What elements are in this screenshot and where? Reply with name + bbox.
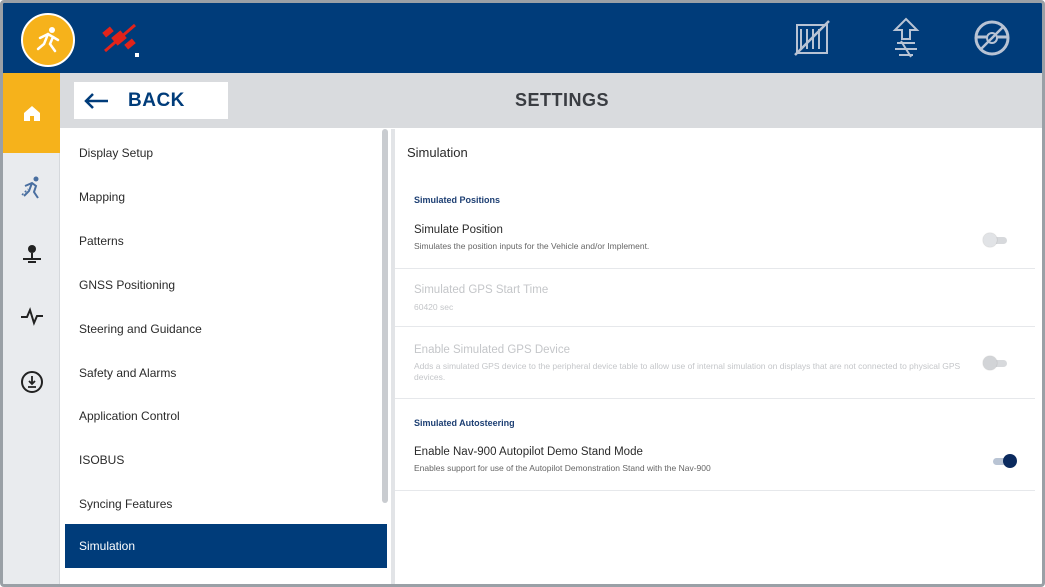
setting-description: Simulates the position inputs for the Ve… bbox=[414, 241, 650, 251]
field-map-off-icon[interactable] bbox=[789, 15, 835, 61]
nav900-demo-stand-toggle[interactable] bbox=[991, 454, 1017, 468]
guidance-circle-icon[interactable] bbox=[3, 347, 60, 417]
setting-row-simulated-gps-device: Enable Simulated GPS Device Adds a simul… bbox=[395, 327, 1035, 399]
menu-item-syncing-features[interactable]: Syncing Features bbox=[65, 482, 387, 526]
setting-description: Adds a simulated GPS device to the perip… bbox=[414, 361, 961, 382]
setting-title: Simulate Position bbox=[414, 224, 503, 236]
section-label-simulated-autosteering: Simulated Autosteering bbox=[414, 418, 515, 428]
running-figure-icon[interactable] bbox=[3, 153, 60, 223]
running-figure-icon[interactable] bbox=[21, 13, 75, 67]
side-rail bbox=[3, 73, 60, 584]
app-window: BACK SETTINGS Display Setup Mapping Patt… bbox=[0, 0, 1045, 587]
setting-title: Enable Simulated GPS Device bbox=[414, 344, 570, 356]
setting-title: Simulated GPS Start Time bbox=[414, 284, 549, 296]
simulate-position-toggle[interactable] bbox=[983, 233, 1009, 247]
menu-item-gnss-positioning[interactable]: GNSS Positioning bbox=[65, 263, 387, 307]
back-label: BACK bbox=[128, 89, 185, 111]
settings-header: BACK SETTINGS bbox=[60, 73, 1042, 128]
settings-menu: Display Setup Mapping Patterns GNSS Posi… bbox=[65, 129, 387, 584]
menu-item-patterns[interactable]: Patterns bbox=[65, 219, 387, 263]
setting-description: Enables support for use of the Autopilot… bbox=[414, 463, 711, 473]
top-bar bbox=[3, 3, 1042, 73]
setting-row-nav900-demo-stand[interactable]: Enable Nav-900 Autopilot Demo Stand Mode… bbox=[395, 435, 1035, 491]
setting-title: Enable Nav-900 Autopilot Demo Stand Mode bbox=[414, 446, 643, 458]
pulse-icon[interactable] bbox=[3, 281, 60, 351]
menu-item-isobus[interactable]: ISOBUS bbox=[65, 438, 387, 482]
satellite-off-icon[interactable] bbox=[99, 17, 143, 61]
setting-value: 60420 sec bbox=[414, 302, 454, 312]
simulated-gps-device-toggle bbox=[983, 356, 1009, 370]
steering-wheel-off-icon[interactable] bbox=[969, 15, 1015, 61]
simulation-panel: Simulation Simulated Positions Simulate … bbox=[395, 129, 1040, 584]
arrow-left-icon bbox=[84, 92, 108, 109]
menu-item-simulation[interactable]: Simulation bbox=[65, 524, 387, 568]
home-icon[interactable] bbox=[3, 73, 60, 153]
section-label-simulated-positions: Simulated Positions bbox=[414, 195, 501, 205]
panel-title: Simulation bbox=[407, 145, 468, 160]
menu-item-display-setup[interactable]: Display Setup bbox=[65, 131, 387, 175]
back-button[interactable]: BACK bbox=[74, 82, 228, 119]
menu-item-steering-guidance[interactable]: Steering and Guidance bbox=[65, 307, 387, 351]
setting-row-gps-start-time: Simulated GPS Start Time 60420 sec bbox=[395, 269, 1035, 327]
menu-item-mapping[interactable]: Mapping bbox=[65, 175, 387, 219]
location-pin-icon[interactable] bbox=[3, 219, 60, 289]
menu-scrollbar[interactable] bbox=[382, 129, 388, 503]
menu-item-application-control[interactable]: Application Control bbox=[65, 394, 387, 438]
page-title: SETTINGS bbox=[515, 90, 610, 110]
menu-item-safety-alarms[interactable]: Safety and Alarms bbox=[65, 351, 387, 395]
setting-row-simulate-position[interactable]: Simulate Position Simulates the position… bbox=[395, 215, 1035, 269]
implement-guidance-icon[interactable] bbox=[883, 15, 929, 61]
